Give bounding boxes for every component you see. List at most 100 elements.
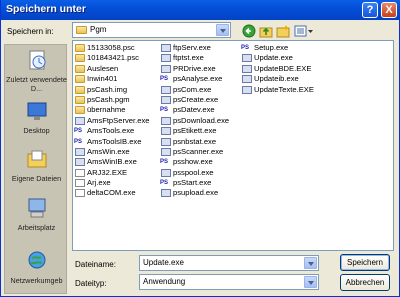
filename-input[interactable]: Update.exe [139,255,319,271]
folder-icon [75,64,85,73]
filename-value: Update.exe [143,258,184,267]
list-item[interactable]: psCom.exe [160,85,229,95]
back-icon[interactable] [242,24,256,38]
place-label: Desktop [23,126,50,135]
folder-icon [75,85,85,94]
list-item[interactable]: PS Setup.exe [241,43,314,53]
application-icon [161,85,171,94]
application-icon [75,116,85,125]
desktop-icon [27,102,46,120]
save-button[interactable]: Speichern [340,254,390,271]
list-item[interactable]: UpdateBDE.EXE [241,64,314,74]
application-icon [161,137,171,146]
new-folder-icon[interactable] [276,24,290,38]
place-desktop[interactable]: Desktop [5,100,68,135]
list-item[interactable]: psScanner.exe [160,147,229,157]
list-item[interactable]: AmsWin.exe [74,147,149,157]
list-item[interactable]: PS psAnalyse.exe [160,74,229,84]
save-as-dialog: Speichern unter ? X Speichern in: Pgm Zu… [0,0,400,297]
list-item[interactable]: PS AmsToolsIB.exe [74,137,149,147]
ps-application-icon: PS [241,45,250,51]
list-item[interactable]: psspool.exe [160,168,229,178]
application-icon [242,75,252,84]
title-bar: Speichern unter ? X [1,0,400,20]
application-icon [161,168,171,177]
place-label: Eigene Dateien [11,174,62,183]
list-item[interactable]: ftpServ.exe [160,43,229,53]
list-item[interactable]: AmsWinIB.exe [74,157,149,167]
list-item[interactable]: AmsFtpServer.exe [74,116,149,126]
save-in-value: Pgm [90,25,107,34]
file-icon [75,168,85,177]
application-icon [161,54,171,63]
application-icon [161,127,171,136]
place-recent[interactable]: Zuletzt verwendete D... [5,49,68,93]
ps-application-icon: PS [160,107,169,114]
place-my-documents[interactable]: Eigene Dateien [5,148,68,183]
application-icon [161,147,171,156]
list-item[interactable]: PS psshow.exe [160,157,229,167]
close-button[interactable]: X [381,2,397,18]
list-item[interactable]: deltaCOM.exe [74,188,149,198]
list-item[interactable]: 101843421.psc [74,53,149,63]
up-folder-icon[interactable] [259,24,273,38]
list-item[interactable]: psCreate.exe [160,95,229,105]
list-item[interactable]: PS psDatev.exe [160,105,229,115]
list-item[interactable]: Update.exe [241,53,314,63]
recent-documents-icon [29,50,45,70]
file-column-2: ftpServ.exe ftptst.exe PRDrive.exe PS psA… [160,43,229,199]
list-item[interactable]: psDownload.exe [160,116,229,126]
folder-icon [75,75,85,84]
file-column-3: PS Setup.exe Update.exe UpdateBDE.EXE Upd… [241,43,314,95]
save-in-dropdown[interactable]: Pgm [72,22,231,38]
filetype-label: Dateityp: [75,279,107,288]
list-item[interactable]: ARJ32.EXE [74,168,149,178]
application-icon [242,54,252,63]
places-bar: Zuletzt verwendete D... Desktop Eigene D… [4,44,67,294]
list-item[interactable]: Arj.exe [74,178,149,188]
application-icon [161,95,171,104]
dialog-title: Speichern unter [6,3,86,15]
application-icon [75,158,85,167]
application-icon [161,44,171,52]
cancel-button[interactable]: Abbrechen [340,274,390,291]
list-item[interactable]: 15133058.psc [74,43,149,53]
file-icon [75,179,85,188]
list-item[interactable]: PS AmsTools.exe [74,126,149,136]
chevron-down-icon[interactable] [216,24,229,36]
application-icon [75,147,85,156]
filename-label: Dateiname: [75,260,116,269]
list-item[interactable]: psCash.pgm [74,95,149,105]
view-menu-icon[interactable] [294,24,314,38]
file-list[interactable]: 15133058.psc 101843421.psc Auslesen Inwi… [72,40,394,251]
place-label: Zuletzt verwendete D... [6,75,67,93]
chevron-down-icon[interactable] [304,257,317,269]
ps-application-icon: PS [74,138,83,145]
list-item[interactable]: Updateib.exe [241,74,314,84]
list-item[interactable]: psCash.img [74,85,149,95]
ps-application-icon: PS [74,128,83,135]
application-icon [242,64,252,73]
place-my-computer[interactable]: Arbeitsplatz [5,197,68,232]
folder-icon [75,44,85,52]
list-item[interactable]: ftptst.exe [160,53,229,63]
list-item[interactable]: Inwin401 [74,74,149,84]
filetype-dropdown[interactable]: Anwendung [139,274,319,290]
file-icon [75,189,85,198]
list-item[interactable]: PRDrive.exe [160,64,229,74]
help-button[interactable]: ? [362,2,378,18]
list-item[interactable]: psEtikett.exe [160,126,229,136]
application-icon [161,64,171,73]
file-column-1: 15133058.psc 101843421.psc Auslesen Inwi… [74,43,149,199]
list-item[interactable]: psupload.exe [160,188,229,198]
chevron-down-icon[interactable] [304,276,317,288]
my-documents-icon [27,150,46,168]
ps-application-icon: PS [160,180,169,187]
list-item[interactable]: psnbstat.exe [160,137,229,147]
place-network[interactable]: Netzwerkumgeb [5,250,68,285]
list-item[interactable]: übernahme [74,105,149,115]
list-item[interactable]: Auslesen [74,64,149,74]
place-label: Arbeitsplatz [17,223,56,232]
list-item[interactable]: UpdateTexte.EXE [241,85,314,95]
list-item[interactable]: PS psStart.exe [160,178,229,188]
